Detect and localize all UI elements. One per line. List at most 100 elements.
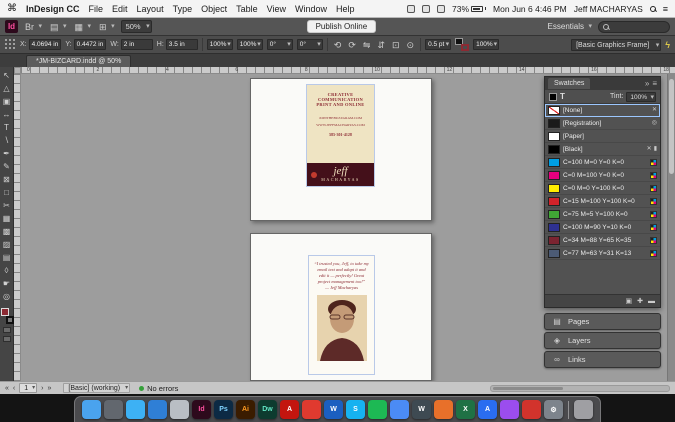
page-number-dropdown[interactable]: 1 bbox=[19, 383, 37, 393]
quick-apply-icon[interactable]: ϟ bbox=[665, 40, 670, 50]
opacity-dropdown[interactable]: 100% bbox=[473, 39, 499, 50]
panel-button-pages[interactable]: ▤Pages bbox=[544, 313, 661, 330]
swatch-row[interactable]: C=100 M=0 Y=0 K=0 bbox=[545, 156, 660, 169]
dock-launchpad[interactable] bbox=[104, 400, 123, 419]
new-swatch-icon[interactable]: ✚ bbox=[637, 297, 643, 305]
zoom-tool[interactable]: ◎ bbox=[0, 290, 14, 303]
scale-y-input[interactable]: 100% bbox=[237, 39, 263, 50]
gradient-tool[interactable]: ▩ bbox=[0, 225, 14, 238]
dock-wordpress[interactable]: W bbox=[412, 400, 431, 419]
panel-button-layers[interactable]: ◈Layers bbox=[544, 332, 661, 349]
panel-menu-icon[interactable]: ≡ bbox=[652, 79, 657, 88]
menubar-clock[interactable]: Mon Jun 6 4:46 PM bbox=[493, 4, 567, 14]
selection-tool[interactable]: ↖ bbox=[0, 69, 14, 82]
direct-selection-tool[interactable]: △ bbox=[0, 82, 14, 95]
menu-help[interactable]: Help bbox=[336, 4, 355, 14]
type-tool[interactable]: T bbox=[0, 121, 14, 134]
bridge-icon[interactable]: Br bbox=[23, 20, 43, 34]
dock-itunes[interactable] bbox=[500, 400, 519, 419]
fill-stroke-proxy[interactable] bbox=[455, 38, 469, 51]
ruler-origin[interactable] bbox=[14, 67, 21, 74]
dock-firefox[interactable] bbox=[434, 400, 453, 419]
search-input[interactable] bbox=[612, 23, 665, 30]
dock-indesign[interactable]: Id bbox=[192, 400, 211, 419]
swatch-row[interactable]: [None]✕ bbox=[545, 104, 660, 117]
status-icon[interactable] bbox=[437, 5, 445, 13]
status-icon[interactable] bbox=[422, 5, 430, 13]
horizontal-ruler[interactable]: 024681012141618 bbox=[21, 67, 675, 74]
object-style-dropdown[interactable]: [Basic Graphics Frame] bbox=[571, 39, 661, 51]
swatch-row[interactable]: C=15 M=100 Y=100 K=0 bbox=[545, 195, 660, 208]
dock-skype[interactable]: S bbox=[346, 400, 365, 419]
text-proxy-icon[interactable]: T bbox=[560, 92, 565, 101]
note-tool[interactable]: ▤ bbox=[0, 251, 14, 264]
business-card-back[interactable]: “I trusted you, Jeff, to take myemail te… bbox=[309, 256, 374, 374]
dock-pdf-document[interactable] bbox=[302, 400, 321, 419]
new-color-group-icon[interactable]: ▣ bbox=[626, 297, 633, 305]
dock-excel[interactable]: X bbox=[456, 400, 475, 419]
stroke-color-chip[interactable] bbox=[461, 44, 469, 51]
swatch-row[interactable]: C=34 M=88 Y=65 K=35 bbox=[545, 234, 660, 247]
dock-acrobat[interactable]: A bbox=[280, 400, 299, 419]
hscrollbar-thumb[interactable] bbox=[493, 387, 563, 390]
dock-illustrator[interactable]: Ai bbox=[236, 400, 255, 419]
arrange-documents-icon[interactable]: ⊞ bbox=[97, 20, 116, 34]
line-tool[interactable]: ∖ bbox=[0, 134, 14, 147]
menu-layout[interactable]: Layout bbox=[137, 4, 164, 14]
rectangle-tool[interactable]: □ bbox=[0, 186, 14, 199]
dock-utility[interactable] bbox=[522, 400, 541, 419]
dock-mail[interactable] bbox=[148, 400, 167, 419]
hand-tool[interactable]: ☛ bbox=[0, 277, 14, 290]
screen-mode-button[interactable] bbox=[3, 327, 11, 333]
dock-safari[interactable] bbox=[126, 400, 145, 419]
transform-w-input[interactable]: 2 in bbox=[121, 39, 153, 50]
vertical-ruler[interactable] bbox=[14, 74, 21, 381]
collapse-panels-icon[interactable]: » bbox=[645, 79, 649, 88]
publish-online-button[interactable]: Publish Online bbox=[307, 20, 377, 33]
preview-mode-button[interactable] bbox=[3, 336, 11, 342]
eyedropper-tool[interactable]: ◊ bbox=[0, 264, 14, 277]
page-tool[interactable]: ▣ bbox=[0, 95, 14, 108]
tools-stroke-chip[interactable] bbox=[6, 316, 14, 324]
select-content-icon[interactable]: ⊙ bbox=[405, 38, 417, 52]
tools-fill-chip[interactable] bbox=[1, 308, 9, 316]
menu-table[interactable]: Table bbox=[236, 4, 258, 14]
dock-system-preferences[interactable]: ⚙ bbox=[544, 400, 563, 419]
rotate-cw-icon[interactable]: ⟳ bbox=[346, 38, 358, 52]
business-card-front[interactable]: CREATIVE COMMUNICATION PRINT AND ONLINE … bbox=[307, 85, 374, 186]
battery-indicator[interactable]: 73% bbox=[452, 4, 486, 14]
screen-mode-icon[interactable]: ▦ bbox=[73, 20, 93, 34]
swatch-row[interactable]: [Registration]◎ bbox=[545, 117, 660, 130]
scale-x-input[interactable]: 100% bbox=[207, 39, 233, 50]
previous-page-button[interactable]: ‹ bbox=[13, 385, 15, 392]
free-transform-tool[interactable]: ▦ bbox=[0, 212, 14, 225]
select-container-icon[interactable]: ⊡ bbox=[390, 38, 402, 52]
pen-tool[interactable]: ✒ bbox=[0, 147, 14, 160]
tools-fill-stroke[interactable] bbox=[0, 308, 14, 324]
menu-type[interactable]: Type bbox=[173, 4, 193, 14]
flip-vertical-icon[interactable]: ⇵ bbox=[375, 38, 387, 52]
menubar-user[interactable]: Jeff MACHARYAS bbox=[574, 4, 643, 14]
vertical-scrollbar[interactable] bbox=[667, 74, 675, 381]
swatch-row[interactable]: C=75 M=5 Y=100 K=0 bbox=[545, 208, 660, 221]
dock-finder[interactable] bbox=[82, 400, 101, 419]
app-menu-indesign[interactable]: InDesign CC bbox=[26, 4, 80, 14]
dock-app-store[interactable]: A bbox=[478, 400, 497, 419]
dock-trash[interactable] bbox=[574, 400, 593, 419]
rotate-ccw-icon[interactable]: ⟲ bbox=[332, 38, 344, 52]
fill-proxy-icon[interactable] bbox=[549, 93, 557, 101]
spread-page-2[interactable]: “I trusted you, Jeff, to take myemail te… bbox=[250, 233, 432, 381]
dock-contacts[interactable] bbox=[170, 400, 189, 419]
menu-file[interactable]: File bbox=[89, 4, 104, 14]
flip-horizontal-icon[interactable]: ⇋ bbox=[361, 38, 373, 52]
dock-word[interactable]: W bbox=[324, 400, 343, 419]
apple-menu-icon[interactable]: ⌘ bbox=[7, 3, 17, 14]
next-page-button[interactable]: › bbox=[41, 385, 43, 392]
dock-dreamweaver[interactable]: Dw bbox=[258, 400, 277, 419]
swatch-row[interactable]: C=100 M=90 Y=10 K=0 bbox=[545, 221, 660, 234]
rectangle-frame-tool[interactable]: ⊠ bbox=[0, 173, 14, 186]
scrollbar-thumb[interactable] bbox=[669, 79, 674, 174]
swatch-row[interactable]: C=0 M=100 Y=0 K=0 bbox=[545, 169, 660, 182]
gap-tool[interactable]: ↔ bbox=[0, 108, 14, 121]
document-tab[interactable]: *JM-BIZCARD.indd @ 50% bbox=[26, 55, 131, 67]
